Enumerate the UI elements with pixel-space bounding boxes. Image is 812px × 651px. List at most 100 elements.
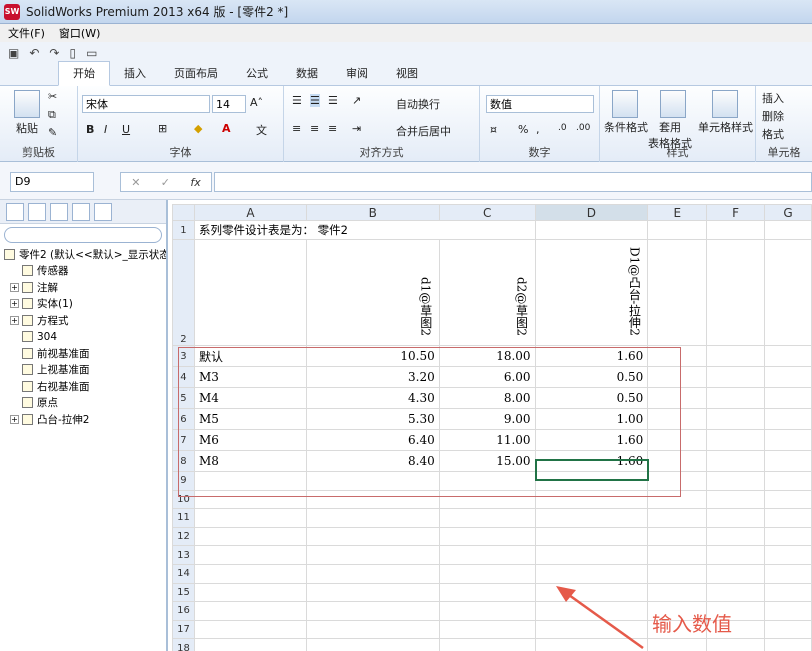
cut-icon[interactable]: ✂ — [48, 90, 57, 103]
conditional-format-icon[interactable] — [612, 90, 638, 118]
cell[interactable] — [193, 582, 307, 603]
cell[interactable] — [706, 366, 766, 388]
indent-icon[interactable]: ⇥ — [352, 122, 361, 135]
decrease-decimal-icon[interactable]: .00 — [576, 123, 590, 133]
cell[interactable] — [706, 220, 766, 240]
new-file-icon[interactable]: ▯ — [69, 46, 76, 60]
tree-item[interactable]: + 凸台-拉伸2 — [0, 411, 166, 428]
cell[interactable] — [193, 526, 307, 547]
row-header[interactable]: 17 — [172, 619, 195, 640]
tree-item[interactable]: + 方程式 — [0, 312, 166, 329]
tree-root[interactable]: 零件2 (默认<<默认>_显示状态 — [0, 246, 166, 263]
cell[interactable] — [706, 239, 766, 346]
cell[interactable] — [764, 450, 812, 472]
cell[interactable] — [647, 526, 708, 547]
percent-button[interactable]: % — [518, 123, 528, 136]
format-painter-icon[interactable]: ✎ — [48, 126, 57, 139]
copy-icon[interactable]: ⧉ — [48, 108, 56, 122]
grow-font-icon[interactable]: A˄ — [250, 96, 263, 109]
cell[interactable] — [764, 489, 812, 510]
menu-window[interactable]: 窗口(W) — [59, 25, 100, 41]
row-header[interactable]: 13 — [172, 545, 195, 565]
cell[interactable] — [706, 489, 766, 510]
orientation-icon[interactable]: ↗ — [352, 94, 361, 107]
tab-insert[interactable]: 插入 — [110, 62, 160, 85]
border-icon[interactable]: ⊞ — [158, 122, 167, 135]
cell[interactable] — [764, 345, 812, 367]
cell[interactable] — [193, 601, 307, 621]
cell[interactable] — [193, 619, 307, 640]
cell[interactable] — [706, 638, 766, 651]
align-bottom-icon[interactable]: ☰ — [328, 94, 338, 107]
cell[interactable] — [764, 545, 812, 565]
expand-icon[interactable]: + — [10, 315, 19, 325]
tree-item[interactable]: 原点 — [0, 395, 166, 412]
cell[interactable] — [193, 508, 307, 528]
insert-cells-button[interactable]: 插入 — [762, 90, 784, 106]
cell[interactable] — [706, 450, 766, 472]
tree-item[interactable]: 前视基准面 — [0, 345, 166, 362]
column-header-g[interactable]: G — [764, 204, 812, 221]
cell[interactable] — [647, 220, 708, 240]
header-cell-c[interactable]: d2@草图2 — [438, 239, 536, 346]
cell[interactable] — [764, 408, 812, 430]
comma-button[interactable]: , — [536, 123, 540, 136]
cell[interactable] — [706, 508, 766, 528]
row-header[interactable]: 12 — [172, 526, 195, 547]
tree-item[interactable]: 304 — [0, 329, 166, 346]
cell[interactable] — [764, 526, 812, 547]
column-header-c[interactable]: C — [438, 204, 536, 221]
cell[interactable] — [193, 563, 307, 584]
cell[interactable] — [706, 408, 766, 430]
formula-input[interactable] — [214, 172, 812, 192]
row-header[interactable]: 14 — [172, 563, 195, 584]
cell[interactable] — [706, 563, 766, 584]
cell-styles-icon[interactable] — [712, 90, 738, 118]
row-header[interactable]: 2 — [172, 239, 195, 346]
cell[interactable] — [438, 526, 536, 547]
tree-item[interactable]: 上视基准面 — [0, 362, 166, 379]
cell[interactable] — [534, 220, 649, 240]
align-right-icon[interactable]: ≡ — [328, 122, 337, 135]
bold-button[interactable]: B — [86, 123, 94, 136]
configuration-manager-tab-icon[interactable] — [50, 202, 68, 221]
wrap-text-button[interactable]: 自动换行 — [396, 96, 440, 112]
tab-review[interactable]: 审阅 — [332, 62, 382, 85]
cell-styles-button[interactable]: 单元格样式 — [698, 119, 753, 135]
row-header[interactable]: 1 — [172, 220, 195, 240]
cell[interactable] — [438, 582, 536, 603]
tree-item[interactable]: 右视基准面 — [0, 378, 166, 395]
font-color-icon[interactable]: A — [222, 122, 231, 135]
menu-file[interactable]: 文件(F) — [8, 25, 45, 41]
cell[interactable] — [305, 508, 440, 528]
cell[interactable] — [764, 563, 812, 584]
cell[interactable] — [305, 619, 440, 640]
cell[interactable] — [305, 638, 440, 651]
font-size-select[interactable]: 14 — [212, 95, 246, 113]
paste-button[interactable]: 粘贴 — [16, 120, 38, 136]
increase-decimal-icon[interactable]: .0 — [558, 123, 567, 133]
cell[interactable] — [438, 545, 536, 565]
cell[interactable] — [534, 545, 649, 565]
delete-cells-button[interactable]: 删除 — [762, 108, 784, 124]
cell[interactable] — [647, 638, 708, 651]
row-header[interactable]: 11 — [172, 508, 195, 528]
open-folder-icon[interactable]: ▭ — [86, 46, 97, 60]
cell[interactable] — [706, 429, 766, 451]
paste-icon[interactable] — [14, 90, 40, 118]
display-manager-tab-icon[interactable] — [94, 202, 112, 221]
active-cell-selection[interactable] — [535, 459, 649, 481]
cell[interactable] — [764, 638, 812, 651]
tab-home[interactable]: 开始 — [58, 61, 110, 86]
tab-view[interactable]: 视图 — [382, 62, 432, 85]
cell[interactable] — [305, 526, 440, 547]
expand-icon[interactable]: + — [10, 282, 19, 292]
column-header-a[interactable]: A — [193, 204, 307, 221]
cell[interactable] — [764, 601, 812, 621]
cell[interactable] — [764, 429, 812, 451]
fx-icon[interactable]: fx — [190, 176, 200, 189]
column-header-f[interactable]: F — [706, 204, 766, 221]
tree-item[interactable]: 传感器 — [0, 263, 166, 280]
tree-item[interactable]: + 实体(1) — [0, 296, 166, 313]
underline-button[interactable]: U — [122, 123, 130, 136]
